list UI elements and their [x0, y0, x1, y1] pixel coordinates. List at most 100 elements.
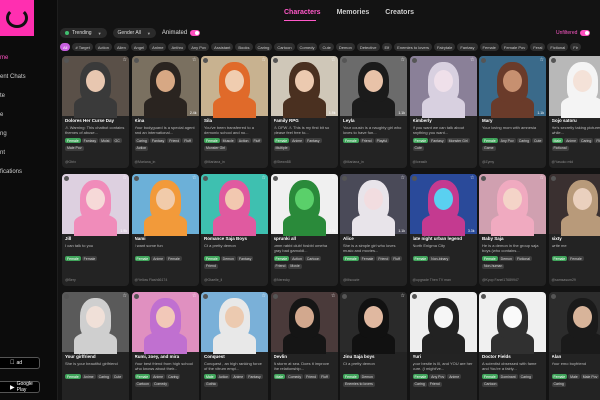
- tag[interactable]: Demon: [359, 374, 375, 379]
- category-chip[interactable]: Detective: [356, 43, 380, 51]
- category-chip[interactable]: Alien: [113, 43, 129, 51]
- tag[interactable]: Non-human: [482, 263, 505, 269]
- category-chip[interactable]: Cute: [319, 43, 334, 51]
- character-author[interactable]: @Gtrix: [65, 160, 76, 164]
- sort-select[interactable]: Trending ▼: [60, 28, 107, 38]
- tag[interactable]: Any Pov: [498, 138, 516, 143]
- character-card[interactable]: ☆ Devlin A storm at sea. Does it improve t…: [270, 292, 338, 400]
- character-image[interactable]: [409, 174, 477, 236]
- character-author[interactable]: @Mariana_in: [343, 160, 364, 164]
- tag[interactable]: Gothic: [204, 381, 219, 387]
- character-card[interactable]: ☆ 1.1k Leyla Your cousin is a naughty girl …: [340, 56, 407, 168]
- character-card[interactable]: ☆ Rumi, zoey, and mira Your best friend fr…: [131, 292, 199, 400]
- tag[interactable]: Fantasy: [81, 138, 99, 143]
- character-image[interactable]: [201, 174, 268, 236]
- sidebar-item[interactable]: fications: [0, 162, 58, 181]
- tab-memories[interactable]: Memories: [337, 9, 370, 16]
- star-icon[interactable]: ☆: [540, 293, 544, 299]
- tag[interactable]: Muscle: [220, 138, 236, 143]
- tag[interactable]: Playful: [374, 138, 390, 143]
- tag[interactable]: Caring: [516, 138, 532, 143]
- tag[interactable]: Caring: [96, 374, 111, 379]
- tag[interactable]: Fantasy: [149, 138, 167, 143]
- character-author[interactable]: @Stewn88: [274, 160, 291, 164]
- star-icon[interactable]: ☆: [331, 175, 335, 181]
- tag[interactable]: Caring: [412, 381, 427, 387]
- character-image[interactable]: [340, 56, 407, 118]
- sidebar-item[interactable]: me: [0, 48, 58, 67]
- category-chip[interactable]: Female Pov: [500, 43, 529, 51]
- tag[interactable]: Female: [273, 138, 290, 143]
- character-card[interactable]: ☆ 8.9k sprunki all umm rabbi club! fosbbl o…: [270, 174, 338, 286]
- tag[interactable]: Female: [134, 374, 151, 379]
- category-chip[interactable]: Enemies to lovers: [394, 43, 432, 51]
- tag[interactable]: Female: [551, 256, 568, 261]
- tag[interactable]: Female: [412, 138, 429, 143]
- app-logo[interactable]: [0, 0, 34, 36]
- tag[interactable]: Action: [216, 374, 231, 379]
- tag[interactable]: Cartoon: [134, 381, 151, 387]
- tag[interactable]: Cute: [111, 374, 124, 379]
- tag[interactable]: Anime: [81, 374, 96, 379]
- character-card[interactable]: ☆ Dolores Her Curse Day ⚠ Warning: This ch…: [62, 56, 129, 168]
- star-icon[interactable]: ☆: [470, 175, 474, 181]
- sidebar-item[interactable]: ng: [0, 124, 58, 143]
- tag[interactable]: Male: [551, 138, 564, 143]
- tag[interactable]: Female: [482, 138, 498, 143]
- tag[interactable]: Female: [482, 256, 498, 261]
- tag[interactable]: Female: [65, 256, 81, 261]
- character-image[interactable]: [270, 174, 338, 236]
- character-image[interactable]: [62, 292, 129, 354]
- character-image[interactable]: [479, 56, 546, 118]
- tag[interactable]: Fictional: [514, 256, 533, 261]
- character-author[interactable]: @Yasuko mld: [552, 160, 574, 164]
- character-image[interactable]: [340, 292, 407, 354]
- character-card[interactable]: ☆ 1.9k Family RPG ⚠ DFW ⚠ This is my first …: [270, 56, 338, 168]
- tag[interactable]: Fantasy: [246, 374, 263, 379]
- character-card[interactable]: ☆ Yuri your bestie is Ill, and YOU are her…: [409, 292, 477, 400]
- tag[interactable]: Monster Girl: [446, 138, 470, 143]
- character-card[interactable]: ☆ Sila You've been transferred to a demoni…: [201, 56, 268, 168]
- tag[interactable]: Moist: [99, 138, 112, 143]
- character-card[interactable]: ☆ Kimberly If you want we can talk about a…: [409, 56, 477, 168]
- tag[interactable]: Female: [134, 256, 151, 261]
- character-card[interactable]: ☆ 1.9k Jill I can talk to you Female Female @B…: [62, 174, 129, 286]
- character-image[interactable]: [201, 56, 268, 118]
- category-chip[interactable]: Anime: [149, 43, 167, 51]
- category-chip[interactable]: Cartoon: [274, 43, 295, 51]
- star-icon[interactable]: ☆: [331, 57, 335, 63]
- character-image[interactable]: [131, 56, 199, 118]
- tag[interactable]: Anime: [290, 138, 305, 143]
- star-icon[interactable]: ☆: [123, 175, 127, 181]
- character-image[interactable]: [270, 292, 338, 354]
- star-icon[interactable]: ☆: [540, 175, 544, 181]
- tag[interactable]: Enemies to lovers: [343, 381, 375, 387]
- tag[interactable]: Demon: [498, 256, 514, 261]
- character-image[interactable]: [548, 174, 600, 236]
- character-author[interactable]: @Bery: [65, 278, 76, 282]
- star-icon[interactable]: ☆: [262, 293, 266, 299]
- unfiltered-toggle[interactable]: [580, 30, 591, 36]
- category-chip[interactable]: Comedy: [296, 43, 318, 51]
- tag[interactable]: Fluff: [319, 374, 330, 379]
- character-card[interactable]: ☆sixtywrite meFemaleFemale@samsasum29: [548, 174, 600, 286]
- tag[interactable]: Female: [204, 138, 220, 143]
- category-chip[interactable]: # Target: [72, 43, 93, 51]
- character-card[interactable]: ☆1.7kGojo satoruHe's secretly taking pic…: [548, 56, 600, 168]
- category-chip[interactable]: All: [60, 43, 71, 51]
- character-author[interactable]: @Yellow Flash66174: [135, 278, 168, 282]
- character-author[interactable]: @upgrade Then TV man: [413, 278, 451, 282]
- tag[interactable]: Caring: [518, 374, 533, 379]
- character-card[interactable]: ☆ Your girlfriend She is your beautiful gi…: [62, 292, 129, 400]
- tag[interactable]: Any Pov: [429, 374, 447, 379]
- character-card[interactable]: ☆ Baby Saja He is a demon in the group saj…: [479, 174, 546, 286]
- sidebar-item[interactable]: te: [0, 86, 58, 105]
- character-image[interactable]: [270, 56, 338, 118]
- category-chip[interactable]: Fir: [570, 43, 581, 51]
- tag[interactable]: Flirty: [594, 138, 600, 143]
- category-chip[interactable]: Fairytale: [433, 43, 456, 51]
- tag[interactable]: Friend: [427, 381, 442, 387]
- category-chip[interactable]: Any Pov: [188, 43, 210, 51]
- category-chip[interactable]: Fantasy: [457, 43, 478, 51]
- app-store-button[interactable]: ad: [0, 357, 40, 369]
